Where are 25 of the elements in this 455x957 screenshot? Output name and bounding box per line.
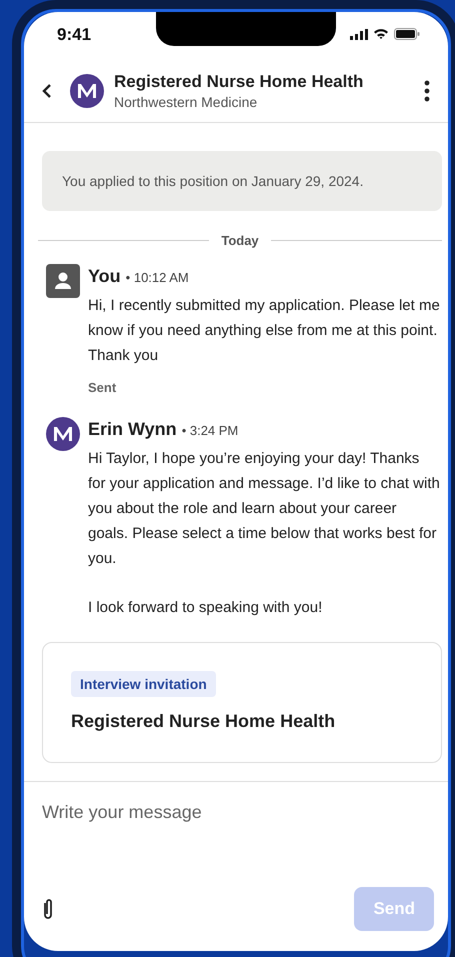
logo-avatar-icon <box>70 74 104 108</box>
interview-invitation-card[interactable]: Interview invitation Registered Nurse Home Health <box>42 642 442 763</box>
logo-avatar-icon <box>46 417 80 451</box>
status-time: 9:41 <box>57 25 92 45</box>
message-text: Hi Taylor, I hope you’re enjoying your day! Thanks for your application and message. I’d like to chat with you about the role and learn about your career goals. Please select a time below that works best for you. <box>88 449 441 569</box>
sender-name: You <box>88 266 121 287</box>
signal-icon <box>350 28 368 40</box>
wifi-icon <box>373 28 389 40</box>
message-time: • 3:24 PM <box>182 423 238 438</box>
date-divider-label: Today <box>221 233 259 248</box>
job-title: Registered Nurse Home Health <box>114 72 364 92</box>
invitation-tag: Interview invitation <box>71 671 216 697</box>
employer-name: Northwestern Medicine <box>114 94 258 110</box>
application-notice: You applied to this position on January 29, 2024. <box>42 151 442 211</box>
battery-icon <box>394 28 420 40</box>
card-title: Registered Nurse Home Health <box>71 711 336 732</box>
message-text: Hi, I recently submitted my application. Please let me know if you need anything else from me at this point. Thank you <box>88 296 441 366</box>
back-icon[interactable] <box>42 83 52 99</box>
message-time: • 10:12 AM <box>126 270 189 285</box>
more-options-icon[interactable] <box>424 80 430 102</box>
paperclip-icon[interactable] <box>42 898 54 920</box>
sender-name: Erin Wynn <box>88 419 177 440</box>
message-text: I look forward to speaking with you! <box>88 598 324 618</box>
message-status: Sent <box>88 380 118 395</box>
user-avatar-icon <box>46 264 80 298</box>
